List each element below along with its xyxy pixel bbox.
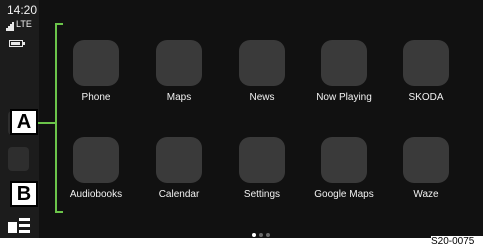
app-label-now-playing: Now Playing [316, 92, 372, 103]
dashboard-button[interactable] [8, 218, 30, 233]
network-indicator: LTE [6, 19, 40, 31]
app-icon-settings[interactable] [239, 137, 285, 183]
app-label-google-maps: Google Maps [314, 189, 374, 200]
callout-pointer [38, 122, 57, 124]
signal-bars-icon [6, 22, 15, 31]
app-label-news: News [249, 92, 275, 103]
app-label-phone: Phone [81, 92, 111, 103]
app-icon-google-maps[interactable] [321, 137, 367, 183]
status-time: 14:20 [7, 3, 38, 17]
app-icon-audiobooks[interactable] [73, 137, 119, 183]
app-label-settings: Settings [243, 189, 281, 200]
callout-label-a: A [10, 109, 38, 135]
recent-app-slot[interactable] [8, 147, 29, 171]
page-dot[interactable] [266, 233, 270, 237]
carplay-screen: 14:20 LTE Phone Maps News Now Playing SK… [0, 0, 483, 238]
app-label-calendar: Calendar [158, 189, 200, 200]
callout-label-b: B [10, 181, 38, 207]
callout-bracket [55, 23, 63, 213]
app-icon-news[interactable] [239, 40, 285, 86]
app-label-skoda: SKODA [408, 92, 444, 103]
app-label-audiobooks: Audiobooks [69, 189, 123, 200]
network-type: LTE [16, 19, 32, 29]
page-dot-active[interactable] [252, 233, 256, 237]
app-icon-phone[interactable] [73, 40, 119, 86]
app-label-waze: Waze [413, 189, 439, 200]
app-label-maps: Maps [166, 92, 192, 103]
page-dot[interactable] [259, 233, 263, 237]
app-icon-waze[interactable] [403, 137, 449, 183]
battery-icon [9, 40, 25, 47]
app-icon-calendar[interactable] [156, 137, 202, 183]
figure-id: S20-0075 [431, 236, 483, 247]
app-icon-maps[interactable] [156, 40, 202, 86]
app-icon-now-playing[interactable] [321, 40, 367, 86]
app-icon-skoda[interactable] [403, 40, 449, 86]
